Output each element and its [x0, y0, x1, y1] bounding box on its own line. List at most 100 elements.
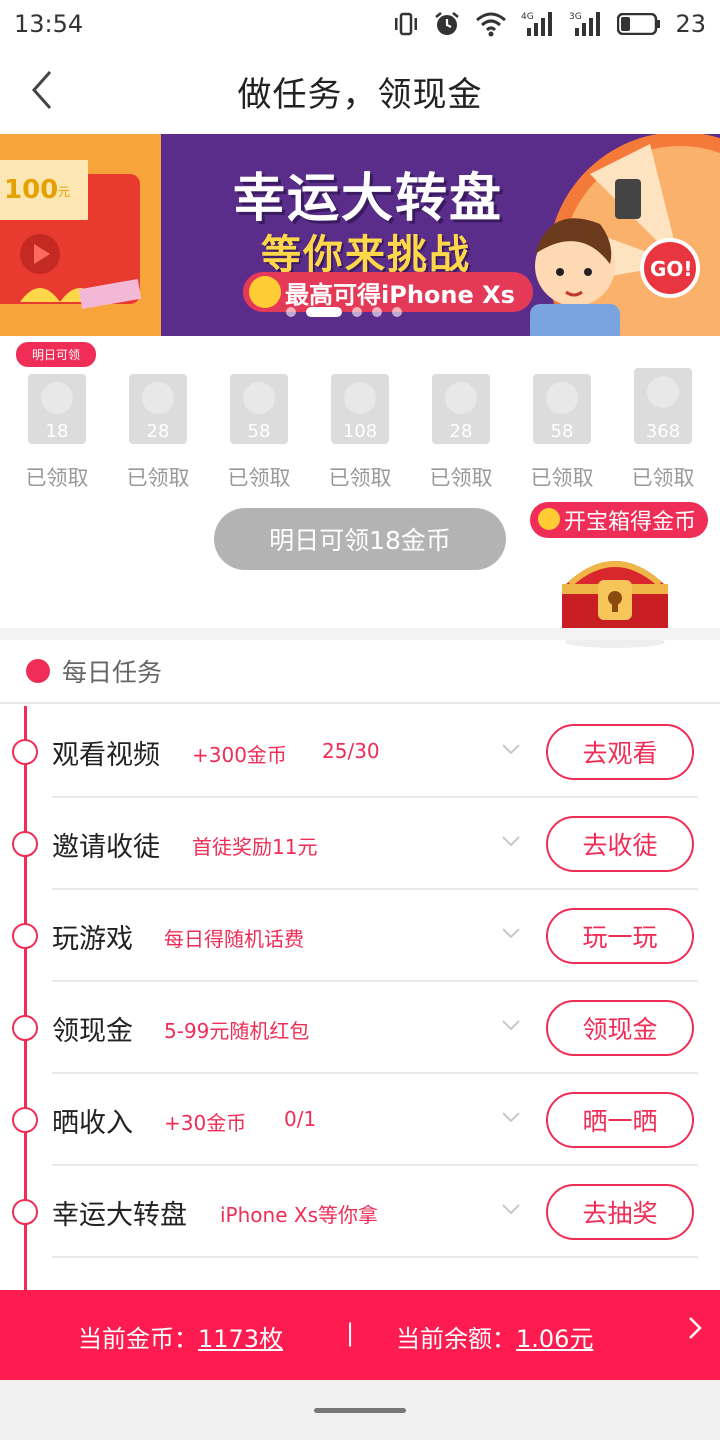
- check-icon: [41, 382, 73, 414]
- chevron-down-icon[interactable]: [502, 744, 520, 754]
- page-dot[interactable]: [372, 307, 382, 317]
- task-action-button[interactable]: 玩一玩: [546, 908, 694, 964]
- claim-tomorrow-button[interactable]: 明日可领18金币: [214, 508, 506, 570]
- check-icon: [243, 382, 275, 414]
- day-box: 58: [533, 374, 591, 444]
- status-icons: 4G 3G 23: [393, 10, 706, 38]
- banner-headline: 幸运大转盘: [233, 169, 504, 229]
- lucky-wheel-illustration: GO!: [530, 134, 720, 336]
- tomorrow-tag: 明日可领: [16, 342, 97, 367]
- gamepad-icon: [12, 923, 38, 949]
- task-name: 领现金: [52, 1016, 133, 1047]
- balance-bar[interactable]: 当前金币：1173枚 | 当前余额：1.06元: [0, 1290, 720, 1380]
- task-row: 玩游戏 每日得随机话费 玩一玩: [0, 890, 720, 982]
- coins-value[interactable]: 1173枚: [198, 1325, 283, 1353]
- task-reward: +300金币: [192, 743, 287, 767]
- daily-tasks-title: 每日任务: [62, 658, 163, 687]
- task-row: 晒收入 +30金币 0/1 晒一晒: [0, 1074, 720, 1166]
- task-reward: 5-99元随机红包: [164, 1019, 310, 1043]
- day-box: 108: [331, 374, 389, 444]
- balance-summary: 当前余额：1.06元: [396, 1319, 593, 1354]
- day-amount: 58: [247, 421, 271, 442]
- day-label: 已领取: [25, 466, 89, 490]
- day-box: 18: [28, 374, 86, 444]
- task-name: 晒收入: [52, 1108, 133, 1139]
- battery-level: 23: [675, 10, 706, 38]
- task-reward: iPhone Xs等你拿: [220, 1203, 378, 1227]
- task-row: 幸运大转盘 iPhone Xs等你拿 去抽奖: [0, 1166, 720, 1258]
- checkin-day: 368 已领取: [631, 368, 695, 492]
- day-label: 已领取: [227, 466, 291, 490]
- checkin-panel: 明日可领 18 已领取 28 已领取 58 已领取 108 已领取 28 已领取…: [0, 336, 720, 648]
- day-box: 28: [129, 374, 187, 444]
- day-amount: 368: [645, 421, 681, 442]
- balance-label: 当前余额：: [396, 1325, 516, 1353]
- task-row: 领现金 5-99元随机红包 领现金: [0, 982, 720, 1074]
- task-progress: 0/1: [284, 1107, 317, 1131]
- play-icon: [12, 739, 38, 765]
- chevron-down-icon[interactable]: [502, 1204, 520, 1214]
- day-amount: 58: [550, 421, 574, 442]
- checkin-day: 18 已领取: [25, 374, 89, 492]
- page-dot[interactable]: [286, 307, 296, 317]
- task-action-button[interactable]: 领现金: [546, 1000, 694, 1056]
- task-action-button[interactable]: 去抽奖: [546, 1184, 694, 1240]
- back-button[interactable]: [22, 68, 62, 112]
- coins-label: 当前金币：: [78, 1325, 198, 1353]
- user-icon: [12, 831, 38, 857]
- banner-slide-red-envelope[interactable]: 100 元: [0, 134, 161, 336]
- balance-value[interactable]: 1.06元: [516, 1325, 593, 1353]
- status-bar: 13:54 4G 3G 23: [0, 0, 720, 48]
- svg-text:元: 元: [58, 185, 70, 199]
- red-envelope-illustration: 100 元: [0, 134, 161, 336]
- checkin-day: 28 已领取: [126, 374, 190, 492]
- checkin-day: 58 已领取: [227, 374, 291, 492]
- chest-tag-label: 开宝箱得金币: [564, 510, 697, 535]
- day-label: 已领取: [328, 466, 392, 490]
- vibrate-icon: [395, 12, 418, 36]
- task-action-button[interactable]: 去观看: [546, 724, 694, 780]
- chevron-down-icon[interactable]: [502, 928, 520, 938]
- task-name: 邀请收徒: [52, 832, 160, 863]
- task-row: 观看视频 +300金币 25/30 去观看: [0, 706, 720, 798]
- task-reward: 每日得随机话费: [164, 927, 304, 951]
- day-amount: 28: [146, 421, 170, 442]
- checkin-day: 58 已领取: [530, 374, 594, 492]
- day-box: 368: [634, 368, 692, 444]
- checkin-day: 108 已领取: [328, 374, 392, 492]
- treasure-chest-tag[interactable]: 开宝箱得金币: [530, 502, 709, 538]
- wheel-icon: [12, 1199, 38, 1225]
- day-label: 已领取: [126, 466, 190, 490]
- chevron-down-icon[interactable]: [502, 1112, 520, 1122]
- check-icon: [445, 382, 477, 414]
- task-divider: [52, 1256, 698, 1258]
- yuan-icon: [12, 1107, 38, 1133]
- bar-divider: |: [346, 1319, 355, 1347]
- banner-pagination: [286, 307, 402, 317]
- day-box: 28: [432, 374, 490, 444]
- page-dot[interactable]: [352, 307, 362, 317]
- task-name: 幸运大转盘: [52, 1200, 187, 1231]
- home-indicator[interactable]: [314, 1408, 406, 1413]
- battery-icon: [617, 13, 661, 35]
- coin-icon: [538, 508, 560, 530]
- smiley-coin-icon: [249, 276, 281, 308]
- day-amount: 18: [45, 421, 69, 442]
- task-action-button[interactable]: 晒一晒: [546, 1092, 694, 1148]
- page-dot-active[interactable]: [306, 307, 342, 317]
- day-amount: 28: [449, 421, 473, 442]
- signal-3g-icon: 3G: [569, 12, 601, 36]
- check-icon: [647, 376, 679, 408]
- task-name: 玩游戏: [52, 924, 133, 955]
- task-row: 邀请收徒 首徒奖励11元 去收徒: [0, 798, 720, 890]
- section-divider: [0, 628, 720, 640]
- chevron-down-icon[interactable]: [502, 836, 520, 846]
- banner-slide-lucky-wheel[interactable]: 幸运大转盘 等你来挑战 最高可得iPhone Xs GO!: [161, 134, 720, 336]
- task-action-button[interactable]: 去收徒: [546, 816, 694, 872]
- page-dot[interactable]: [392, 307, 402, 317]
- chevron-down-icon[interactable]: [502, 1020, 520, 1030]
- check-icon: [142, 382, 174, 414]
- promo-banner[interactable]: 100 元 幸运大转盘 等你来挑战 最高可得iPhone Xs GO!: [0, 134, 720, 336]
- chevron-right-icon[interactable]: [688, 1316, 702, 1340]
- svg-text:GO!: GO!: [650, 257, 693, 281]
